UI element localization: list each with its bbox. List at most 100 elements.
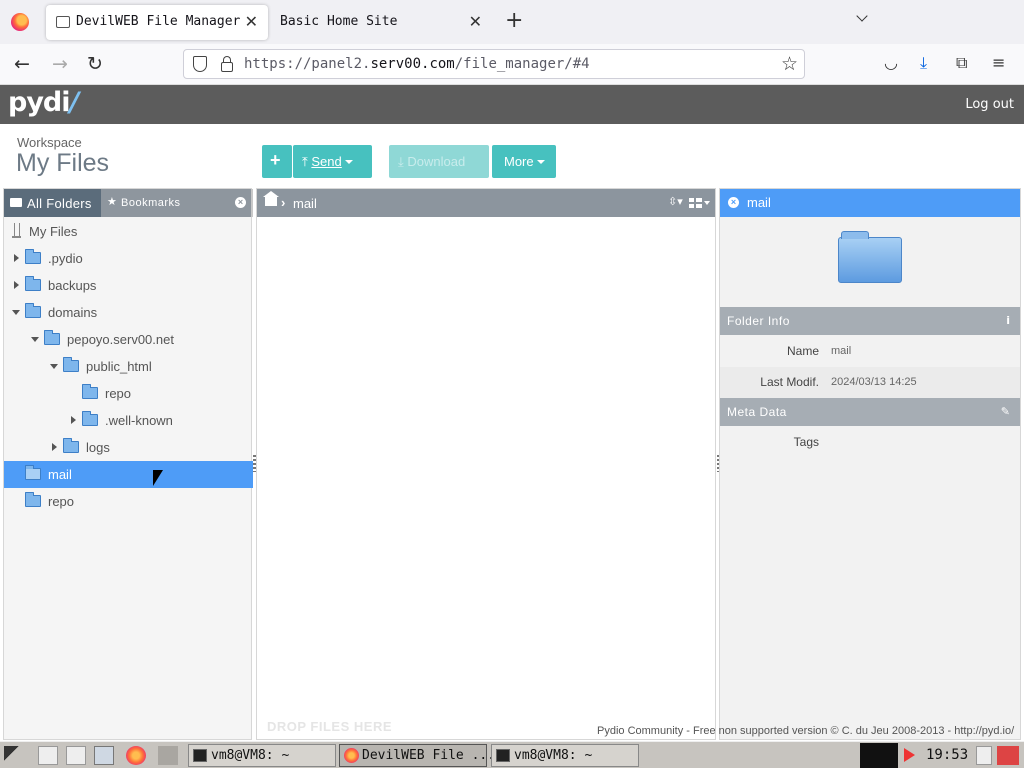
tree-item[interactable]: repo <box>4 488 253 515</box>
send-button[interactable]: ⤒ Send <box>293 145 372 178</box>
terminal-icon <box>496 749 510 762</box>
view-mode-icon[interactable] <box>689 198 702 208</box>
pocket-icon[interactable]: ◡ <box>884 53 898 72</box>
edit-icon[interactable]: ✎ <box>1001 405 1010 418</box>
tab-file-manager[interactable]: DevilWEB File Manager ✕ <box>46 5 268 40</box>
browser-nav-bar: ← → ↻ https://panel2.serv00.com/file_man… <box>0 44 1024 85</box>
firefox-icon[interactable] <box>11 13 29 31</box>
info-value: 2024/03/13 14:25 <box>831 376 917 388</box>
expand-arrow-icon[interactable] <box>14 281 19 289</box>
sort-icon[interactable]: ⇳▾ <box>668 195 683 208</box>
home-icon[interactable] <box>263 191 279 206</box>
file-list-pane[interactable]: › mail ⇳▾ DROP FILES HERE <box>256 188 716 740</box>
info-pane-header: × mail <box>720 189 1020 217</box>
footer-credit: Pydio Community - Free non supported ver… <box>597 725 1015 737</box>
firefox-icon[interactable] <box>126 746 146 765</box>
folder-icon <box>44 330 60 345</box>
app-header: pydi/ Log out <box>0 85 1024 124</box>
breadcrumb-separator: › <box>281 195 286 210</box>
folder-icon <box>25 276 41 291</box>
close-tab-icon[interactable]: ✕ <box>245 12 258 31</box>
tree-item[interactable]: .well-known <box>4 407 253 434</box>
close-icon[interactable]: × <box>235 197 246 208</box>
tree-item[interactable]: repo <box>4 380 253 407</box>
notes-icon[interactable] <box>976 746 992 765</box>
folder-icon <box>63 438 79 453</box>
download-icon[interactable]: ⤓ <box>920 53 927 73</box>
clock[interactable]: 19:53 <box>926 747 968 763</box>
file-icon[interactable] <box>66 746 86 765</box>
url-text[interactable]: https://panel2.serv00.com/file_manager/#… <box>244 56 590 72</box>
logout-icon[interactable] <box>997 746 1019 765</box>
collapse-arrow-icon[interactable] <box>50 364 58 369</box>
shield-icon[interactable] <box>193 56 207 72</box>
caret-down-icon[interactable] <box>704 201 710 205</box>
close-icon[interactable]: × <box>728 197 739 208</box>
tree-item-label: mail <box>48 467 72 482</box>
tree-item[interactable]: .pydio <box>4 245 253 272</box>
expand-arrow-icon[interactable] <box>52 443 57 451</box>
collapse-arrow-icon[interactable] <box>31 337 39 342</box>
logout-link[interactable]: Log out <box>965 97 1014 112</box>
back-button[interactable]: ← <box>14 53 30 75</box>
info-pane-title: mail <box>747 195 771 210</box>
taskbar-window-label: vm8@VM8: ~ <box>211 748 290 763</box>
url-bar[interactable]: https://panel2.serv00.com/file_manager/#… <box>183 49 805 79</box>
tree-item-label: repo <box>48 494 75 509</box>
tab-bookmarks[interactable]: ★ Bookmarks × <box>101 189 251 217</box>
taskbar-window-button[interactable]: DevilWEB File ... <box>339 744 495 767</box>
page-title: My Files <box>16 149 110 177</box>
tab-title: Basic Home Site <box>280 14 398 29</box>
info-row-modified: Last Modif. 2024/03/13 14:25 <box>720 367 1020 398</box>
pydio-logo: pydi/ <box>8 87 79 118</box>
tree-item-label: public_html <box>86 359 152 374</box>
forward-button[interactable]: → <box>52 53 68 75</box>
desktop-taskbar: vm8@VM8: ~ DevilWEB File ... vm8@VM8: ~ 19… <box>0 741 1024 768</box>
mouse-cursor <box>153 470 163 486</box>
more-button[interactable]: More <box>492 145 556 178</box>
tree-item-label: repo <box>105 386 132 401</box>
taskbar-window-button[interactable]: vm8@VM8: ~ <box>188 744 336 767</box>
new-button[interactable]: + <box>262 145 292 178</box>
collapse-arrow-icon[interactable] <box>12 310 20 315</box>
taskbar-window-button[interactable]: vm8@VM8: ~ <box>491 744 639 767</box>
tree-item-label: domains <box>48 305 98 320</box>
tree-item[interactable]: logs <box>4 434 253 461</box>
meta-data-header: Meta Data ✎ <box>720 398 1020 426</box>
cpu-graph <box>860 743 898 768</box>
tree-item[interactable]: domains <box>4 299 253 326</box>
tree-item[interactable]: public_html <box>4 353 253 380</box>
tree-item-label: backups <box>48 278 97 293</box>
breadcrumb-current[interactable]: mail <box>293 196 317 211</box>
menu-icon[interactable]: ≡ <box>992 53 1005 72</box>
start-menu-icon[interactable] <box>4 746 34 765</box>
tree-item[interactable]: backups <box>4 272 253 299</box>
tree-item[interactable]: mail <box>4 461 253 488</box>
folder-icon <box>82 384 98 399</box>
tree-item-label: .well-known <box>105 413 173 428</box>
tab-all-folders-label: All Folders <box>27 196 92 211</box>
folder-icon <box>25 249 41 264</box>
flag-icon[interactable] <box>902 746 916 765</box>
chevron-down-icon[interactable] <box>856 12 868 24</box>
tab-home-site[interactable]: Basic Home Site ✕ <box>270 5 492 40</box>
star-icon: ★ <box>107 195 117 208</box>
reload-button[interactable]: ↻ <box>87 53 103 75</box>
info-row-name: Name mail <box>720 336 1020 367</box>
file-icon[interactable] <box>38 746 58 765</box>
window-icon[interactable] <box>94 746 114 765</box>
expand-arrow-icon[interactable] <box>71 416 76 424</box>
tab-all-folders[interactable]: All Folders <box>4 189 101 217</box>
expand-arrow-icon[interactable] <box>14 254 19 262</box>
bookmark-star-icon[interactable]: ☆ <box>781 53 798 75</box>
new-tab-button[interactable]: + <box>505 8 523 33</box>
folder-info-title: Folder Info <box>727 314 790 328</box>
tab-bookmarks-label: Bookmarks <box>121 197 181 209</box>
tree-item[interactable]: My Files <box>4 218 253 245</box>
lock-icon[interactable] <box>221 56 233 72</box>
download-icon: ⤓ <box>398 154 404 169</box>
desktop-icon[interactable] <box>158 746 178 765</box>
close-tab-icon[interactable]: ✕ <box>469 12 482 31</box>
tree-item[interactable]: pepoyo.serv00.net <box>4 326 253 353</box>
extensions-icon[interactable]: ⧉ <box>956 53 967 73</box>
